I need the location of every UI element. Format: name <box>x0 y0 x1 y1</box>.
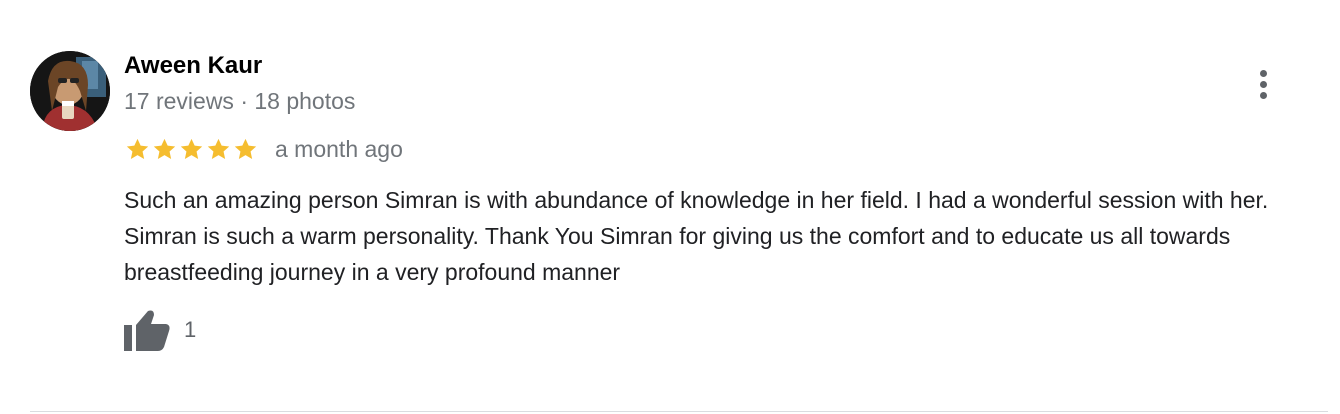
reviewer-stats[interactable]: 17 reviews · 18 photos <box>124 88 355 115</box>
thumb-up-icon <box>124 310 170 351</box>
more-options-button[interactable] <box>1250 64 1278 104</box>
star-rating <box>124 136 259 163</box>
reviewer-name[interactable]: Aween Kaur <box>124 52 262 80</box>
star-icon <box>126 138 149 159</box>
like-button[interactable]: 1 <box>124 308 196 352</box>
like-count: 1 <box>184 317 197 342</box>
rating-row: a month ago <box>124 134 403 164</box>
avatar-photo <box>30 51 110 131</box>
star-icon <box>234 138 257 159</box>
review-date: a month ago <box>275 135 403 162</box>
review-card: Aween Kaur 17 reviews · 18 photos a mont… <box>0 0 1340 414</box>
more-vert-icon-dot <box>1260 81 1267 88</box>
star-icon <box>207 138 230 159</box>
more-vert-icon <box>1260 70 1267 77</box>
star-icon <box>180 138 203 159</box>
review-text: Such an amazing person Simran is with ab… <box>124 187 1269 285</box>
divider <box>30 411 1328 412</box>
more-vert-icon-dot <box>1260 92 1267 99</box>
star-icon <box>153 138 176 159</box>
reviewer-avatar[interactable] <box>30 51 110 131</box>
